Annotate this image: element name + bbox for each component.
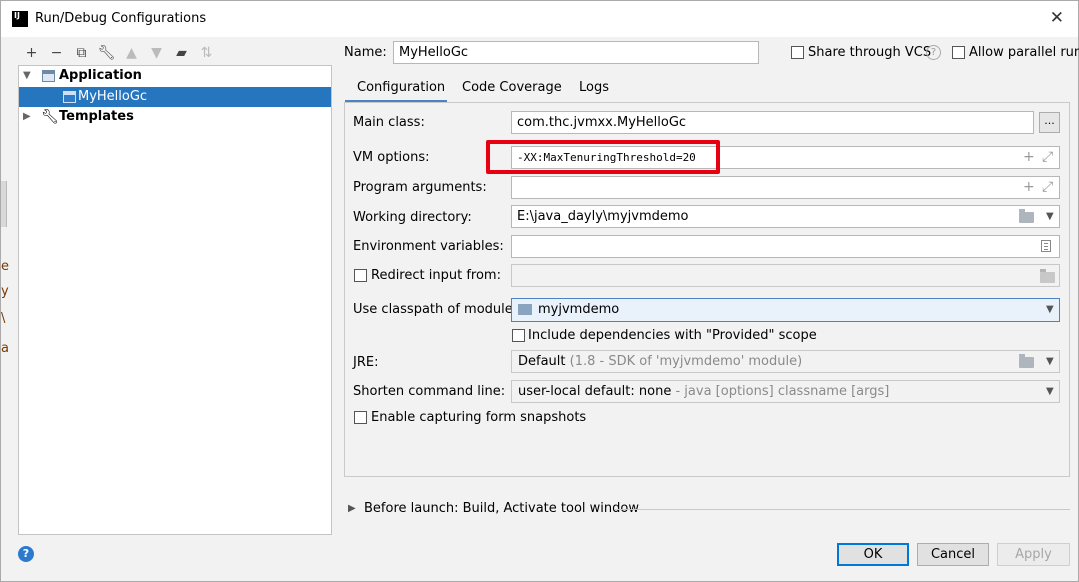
- plus-icon[interactable]: +: [1023, 180, 1035, 194]
- jre-select[interactable]: Default (1.8 - SDK of 'myjvmdemo' module…: [511, 350, 1060, 373]
- folder-add-icon[interactable]: ▰: [169, 45, 194, 61]
- share-vcs-label: Share through VCS: [808, 45, 932, 60]
- main-class-label: Main class:: [353, 115, 425, 130]
- title-bar: IJ Run/Debug Configurations ✕: [1, 1, 1078, 37]
- chevron-down-icon[interactable]: ▼: [1046, 386, 1054, 397]
- allow-parallel-label: Allow parallel run: [969, 45, 1079, 60]
- jre-hint: (1.8 - SDK of 'myjvmdemo' module): [569, 354, 803, 369]
- tab-logs[interactable]: Logs: [579, 79, 609, 103]
- shorten-command-label: Shorten command line:: [353, 384, 506, 399]
- environment-variables-label: Environment variables:: [353, 239, 504, 254]
- program-arguments-input[interactable]: [511, 176, 1060, 199]
- working-directory-input[interactable]: E:\java_dayly\myjvmdemo: [511, 205, 1060, 228]
- chevron-down-icon[interactable]: ▼: [1046, 356, 1054, 367]
- window-title: Run/Debug Configurations: [35, 11, 207, 26]
- include-dependencies-checkbox[interactable]: [512, 329, 525, 342]
- working-directory-label: Working directory:: [353, 210, 472, 225]
- tab-code-coverage[interactable]: Code Coverage: [462, 79, 562, 103]
- config-tree: ▼ Application MyHelloGc ▶ 🔧︎ Templates: [18, 65, 332, 535]
- redirect-input-label: Redirect input from:: [371, 268, 501, 283]
- browse-button[interactable]: ...: [1039, 112, 1060, 133]
- tree-node-label: Application: [59, 68, 142, 83]
- folder-icon[interactable]: [1019, 354, 1034, 368]
- help-icon[interactable]: ?: [926, 45, 941, 60]
- close-icon[interactable]: ✕: [1050, 9, 1064, 27]
- help-icon[interactable]: ?: [18, 546, 34, 562]
- module-icon: [518, 304, 532, 315]
- jre-value: Default: [518, 354, 566, 369]
- tab-label: Logs: [579, 80, 609, 95]
- ok-button[interactable]: OK: [837, 543, 909, 566]
- config-icon: [63, 91, 76, 103]
- redirect-input-checkbox[interactable]: [354, 269, 367, 282]
- chevron-down-icon[interactable]: ▼: [1046, 211, 1054, 222]
- wrench-icon: 🔧︎: [41, 109, 59, 125]
- classpath-module-label: Use classpath of module:: [353, 302, 518, 317]
- apply-button[interactable]: Apply: [997, 543, 1070, 566]
- jre-label: JRE:: [353, 355, 379, 370]
- redirect-input-field: [511, 264, 1060, 287]
- tree-node-myhellogc[interactable]: MyHelloGc: [19, 87, 331, 107]
- before-launch-divider: [615, 509, 1070, 510]
- sort-icon[interactable]: ⇅: [194, 45, 219, 61]
- application-icon: [42, 70, 55, 82]
- wrench-icon[interactable]: 🔧︎: [94, 45, 119, 61]
- background-window-edge: [1, 181, 7, 227]
- allow-parallel-checkbox[interactable]: [952, 46, 965, 59]
- include-dependencies-label: Include dependencies with "Provided" sco…: [528, 328, 817, 343]
- chevron-right-icon[interactable]: ▶: [23, 107, 31, 127]
- tree-node-application[interactable]: ▼ Application: [19, 66, 331, 86]
- run-debug-dialog: IJ Run/Debug Configurations ✕ e y \ a + …: [0, 0, 1079, 582]
- name-label: Name:: [344, 45, 387, 60]
- tree-node-label: MyHelloGc: [78, 89, 148, 104]
- shorten-hint: - java [options] classname [args]: [675, 384, 890, 399]
- arrow-up-icon[interactable]: ▲: [119, 45, 144, 61]
- background-text: e: [1, 259, 9, 274]
- shorten-command-select[interactable]: user-local default: none - java [options…: [511, 380, 1060, 403]
- folder-icon: [1040, 269, 1055, 283]
- chevron-down-icon[interactable]: ▼: [1046, 304, 1054, 315]
- vm-options-label: VM options:: [353, 150, 430, 165]
- plus-icon[interactable]: +: [1023, 150, 1035, 164]
- background-text: y: [1, 284, 9, 299]
- background-text: \: [1, 311, 6, 326]
- before-launch-label[interactable]: Before launch: Build, Activate tool wind…: [364, 501, 639, 516]
- enable-snapshots-label: Enable capturing form snapshots: [371, 410, 587, 425]
- tab-label: Configuration: [357, 80, 446, 95]
- folder-icon[interactable]: [1019, 209, 1034, 223]
- background-text: a: [1, 341, 9, 356]
- expand-icon[interactable]: ⤢: [1042, 180, 1053, 194]
- share-vcs-checkbox[interactable]: [791, 46, 804, 59]
- environment-variables-input[interactable]: [511, 235, 1060, 258]
- minus-icon[interactable]: −: [44, 45, 69, 61]
- main-class-input[interactable]: com.thc.jvmxx.MyHelloGc: [511, 111, 1034, 134]
- copy-icon[interactable]: ⧉: [69, 45, 94, 61]
- arrow-down-icon[interactable]: ▼: [144, 45, 169, 61]
- chevron-down-icon[interactable]: ▼: [23, 66, 31, 86]
- tab-label: Code Coverage: [462, 80, 562, 95]
- config-toolbar: + − ⧉ 🔧︎ ▲ ▼ ▰ ⇅: [19, 43, 219, 63]
- highlight-annotation-box: [486, 140, 720, 174]
- chevron-right-icon[interactable]: ▶: [348, 503, 356, 514]
- tab-configuration[interactable]: Configuration: [345, 79, 447, 103]
- tree-node-templates[interactable]: ▶ 🔧︎ Templates: [19, 107, 331, 127]
- enable-snapshots-checkbox[interactable]: [354, 411, 367, 424]
- tree-node-label: Templates: [59, 109, 134, 124]
- shorten-value: user-local default: none: [518, 384, 672, 399]
- plus-icon[interactable]: +: [19, 45, 44, 61]
- classpath-module-select[interactable]: myjvmdemo: [511, 298, 1060, 322]
- program-arguments-label: Program arguments:: [353, 180, 487, 195]
- cancel-button[interactable]: Cancel: [917, 543, 989, 566]
- list-icon[interactable]: [1041, 240, 1051, 252]
- name-input[interactable]: MyHelloGc: [393, 41, 759, 64]
- intellij-app-icon: IJ: [12, 11, 28, 27]
- expand-icon[interactable]: ⤢: [1042, 150, 1053, 164]
